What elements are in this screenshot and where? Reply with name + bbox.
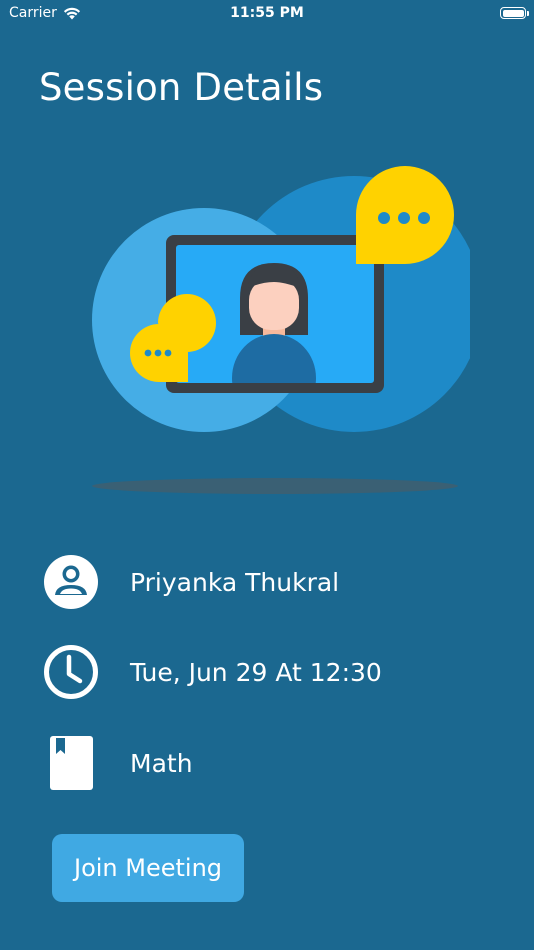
- subject-row: Math: [42, 734, 502, 792]
- subject-name: Math: [130, 748, 193, 778]
- person-icon: [42, 553, 100, 611]
- book-icon: [42, 734, 100, 792]
- clock-icon: [42, 643, 100, 701]
- status-time: 11:55 PM: [230, 5, 304, 21]
- status-bar: Carrier 11:55 PM: [0, 0, 534, 28]
- join-meeting-button[interactable]: Join Meeting: [52, 834, 244, 902]
- tutor-name: Priyanka Thukral: [130, 567, 340, 597]
- battery-icon: [500, 7, 529, 19]
- tutor-row: Priyanka Thukral: [42, 553, 502, 611]
- schedule-row: Tue, Jun 29 At 12:30: [42, 643, 502, 701]
- page-title: Session Details: [39, 66, 324, 109]
- session-time: Tue, Jun 29 At 12:30: [130, 657, 382, 687]
- video-call-illustration: [92, 166, 470, 494]
